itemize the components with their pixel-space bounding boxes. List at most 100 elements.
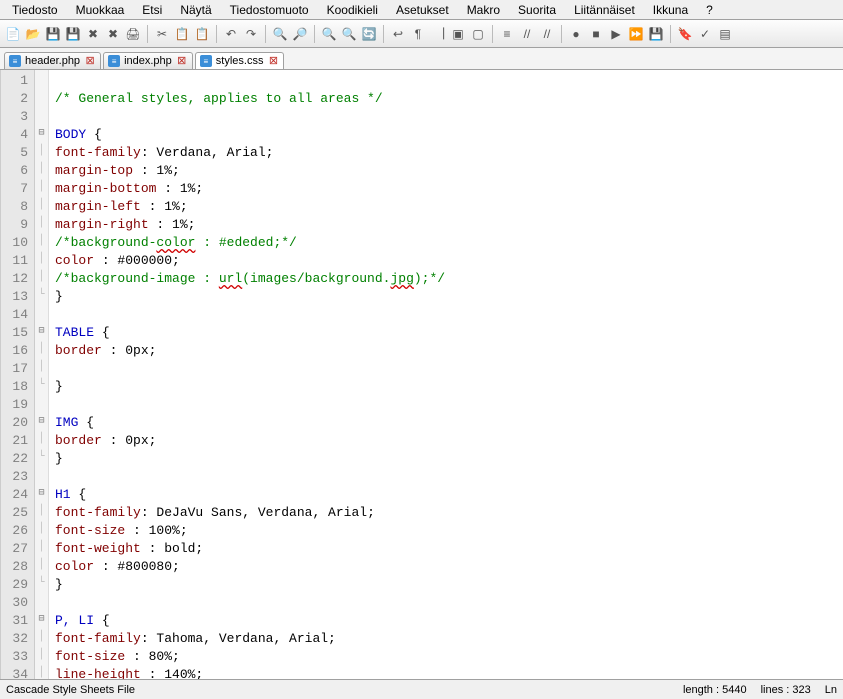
code-line[interactable] [55,306,837,324]
code-line[interactable]: /* General styles, applies to all areas … [55,90,837,108]
line-number: 31 [5,612,28,630]
code-line[interactable]: line-height : 140%; [55,666,837,679]
code-line[interactable]: margin-top : 1%; [55,162,837,180]
code-line[interactable]: } [55,450,837,468]
code-line[interactable]: } [55,288,837,306]
menu-koodikieli[interactable]: Koodikieli [319,2,386,18]
menu-[interactable]: ? [698,2,721,18]
toolbar-separator [383,25,384,43]
menu-asetukset[interactable]: Asetukset [388,2,457,18]
close-icon[interactable]: ⊠ [176,55,188,67]
menu-muokkaa[interactable]: Muokkaa [68,2,133,18]
line-number: 23 [5,468,28,486]
code-line[interactable]: P, LI { [55,612,837,630]
uncomment-icon[interactable]: // [538,25,556,43]
code-line[interactable] [55,468,837,486]
code-line[interactable]: margin-right : 1%; [55,216,837,234]
word-wrap-icon[interactable]: ↩ [389,25,407,43]
record-macro-icon[interactable]: ● [567,25,585,43]
indent-guide-icon[interactable]: ⎹ [429,25,447,43]
redo-icon[interactable]: ↷ [242,25,260,43]
bookmark-icon[interactable]: 🔖 [676,25,694,43]
code-line[interactable]: font-weight : bold; [55,540,837,558]
code-line[interactable] [55,396,837,414]
code-view[interactable]: /* General styles, applies to all areas … [49,70,843,679]
code-line[interactable]: font-family: Verdana, Arial; [55,144,837,162]
code-line[interactable]: font-size : 80%; [55,648,837,666]
code-line[interactable] [55,72,837,90]
cut-icon[interactable]: ✂ [153,25,171,43]
comment-icon[interactable]: // [518,25,536,43]
close-file-icon[interactable]: ✖ [84,25,102,43]
zoom-in-icon[interactable]: 🔍 [320,25,338,43]
code-line[interactable] [55,360,837,378]
code-line[interactable]: } [55,378,837,396]
save-all-icon[interactable]: 💾 [64,25,82,43]
undo-icon[interactable]: ↶ [222,25,240,43]
code-line[interactable]: /*background-image : url(images/backgrou… [55,270,837,288]
stop-macro-icon[interactable]: ■ [587,25,605,43]
copy-icon[interactable]: 📋 [173,25,191,43]
code-line[interactable] [55,594,837,612]
code-line[interactable]: BODY { [55,126,837,144]
code-line[interactable]: font-family: Tahoma, Verdana, Arial; [55,630,837,648]
code-line[interactable]: TABLE { [55,324,837,342]
code-line[interactable]: margin-bottom : 1%; [55,180,837,198]
find-icon[interactable]: 🔍 [271,25,289,43]
menu-makro[interactable]: Makro [459,2,508,18]
replace-icon[interactable]: 🔎 [291,25,309,43]
close-all-icon[interactable]: ✖ [104,25,122,43]
fold-marker[interactable]: ⊟ [35,412,48,430]
save-macro-icon[interactable]: 💾 [647,25,665,43]
new-file-icon[interactable]: 📄 [4,25,22,43]
code-line[interactable]: /*background-color : #ededed;*/ [55,234,837,252]
tab-styles-css[interactable]: ≡styles.css⊠ [195,52,285,69]
code-line[interactable]: color : #000000; [55,252,837,270]
menu-etsi[interactable]: Etsi [134,2,170,18]
line-number: 7 [5,180,28,198]
menu-ikkuna[interactable]: Ikkuna [645,2,696,18]
fold-marker[interactable]: ⊟ [35,484,48,502]
doc-map-icon[interactable]: ▤ [716,25,734,43]
code-line[interactable]: H1 { [55,486,837,504]
menu-suorita[interactable]: Suorita [510,2,564,18]
code-line[interactable]: margin-left : 1%; [55,198,837,216]
code-line[interactable]: color : #800080; [55,558,837,576]
fold-marker[interactable]: ⊟ [35,124,48,142]
editor-area[interactable]: 1234567891011121314151617181920212223242… [0,70,843,679]
hide-lines-icon[interactable]: ≡ [498,25,516,43]
show-all-icon[interactable]: ¶ [409,25,427,43]
line-number: 3 [5,108,28,126]
fast-forward-icon[interactable]: ⏩ [627,25,645,43]
file-icon: ≡ [108,55,120,67]
open-file-icon[interactable]: 📂 [24,25,42,43]
close-icon[interactable]: ⊠ [267,55,279,67]
fold-marker[interactable]: ⊟ [35,322,48,340]
fold-column[interactable]: ⊟││││││││└ ⊟││└ ⊟│└ ⊟││││└ ⊟│││ [35,70,49,679]
fold-marker[interactable]: ⊟ [35,610,48,628]
menu-liitnniset[interactable]: Liitännäiset [566,2,643,18]
spellcheck-icon[interactable]: ✓ [696,25,714,43]
sync-icon[interactable]: 🔄 [360,25,378,43]
code-line[interactable] [55,108,837,126]
code-line[interactable]: } [55,576,837,594]
code-line[interactable]: font-size : 100%; [55,522,837,540]
play-macro-icon[interactable]: ▶ [607,25,625,43]
save-file-icon[interactable]: 💾 [44,25,62,43]
fold-all-icon[interactable]: ▣ [449,25,467,43]
unfold-all-icon[interactable]: ▢ [469,25,487,43]
tab-header-php[interactable]: ≡header.php⊠ [4,52,101,69]
close-icon[interactable]: ⊠ [84,55,96,67]
print-icon[interactable]: 🖨 [124,25,142,43]
code-line[interactable]: font-family: DeJaVu Sans, Verdana, Arial… [55,504,837,522]
status-lines: lines : 323 [761,684,811,696]
menu-tiedosto[interactable]: Tiedosto [4,2,66,18]
paste-icon[interactable]: 📋 [193,25,211,43]
menu-tiedostomuoto[interactable]: Tiedostomuoto [222,2,317,18]
zoom-out-icon[interactable]: 🔍 [340,25,358,43]
tab-index-php[interactable]: ≡index.php⊠ [103,52,193,69]
code-line[interactable]: IMG { [55,414,837,432]
menu-nyt[interactable]: Näytä [172,2,219,18]
code-line[interactable]: border : 0px; [55,432,837,450]
code-line[interactable]: border : 0px; [55,342,837,360]
